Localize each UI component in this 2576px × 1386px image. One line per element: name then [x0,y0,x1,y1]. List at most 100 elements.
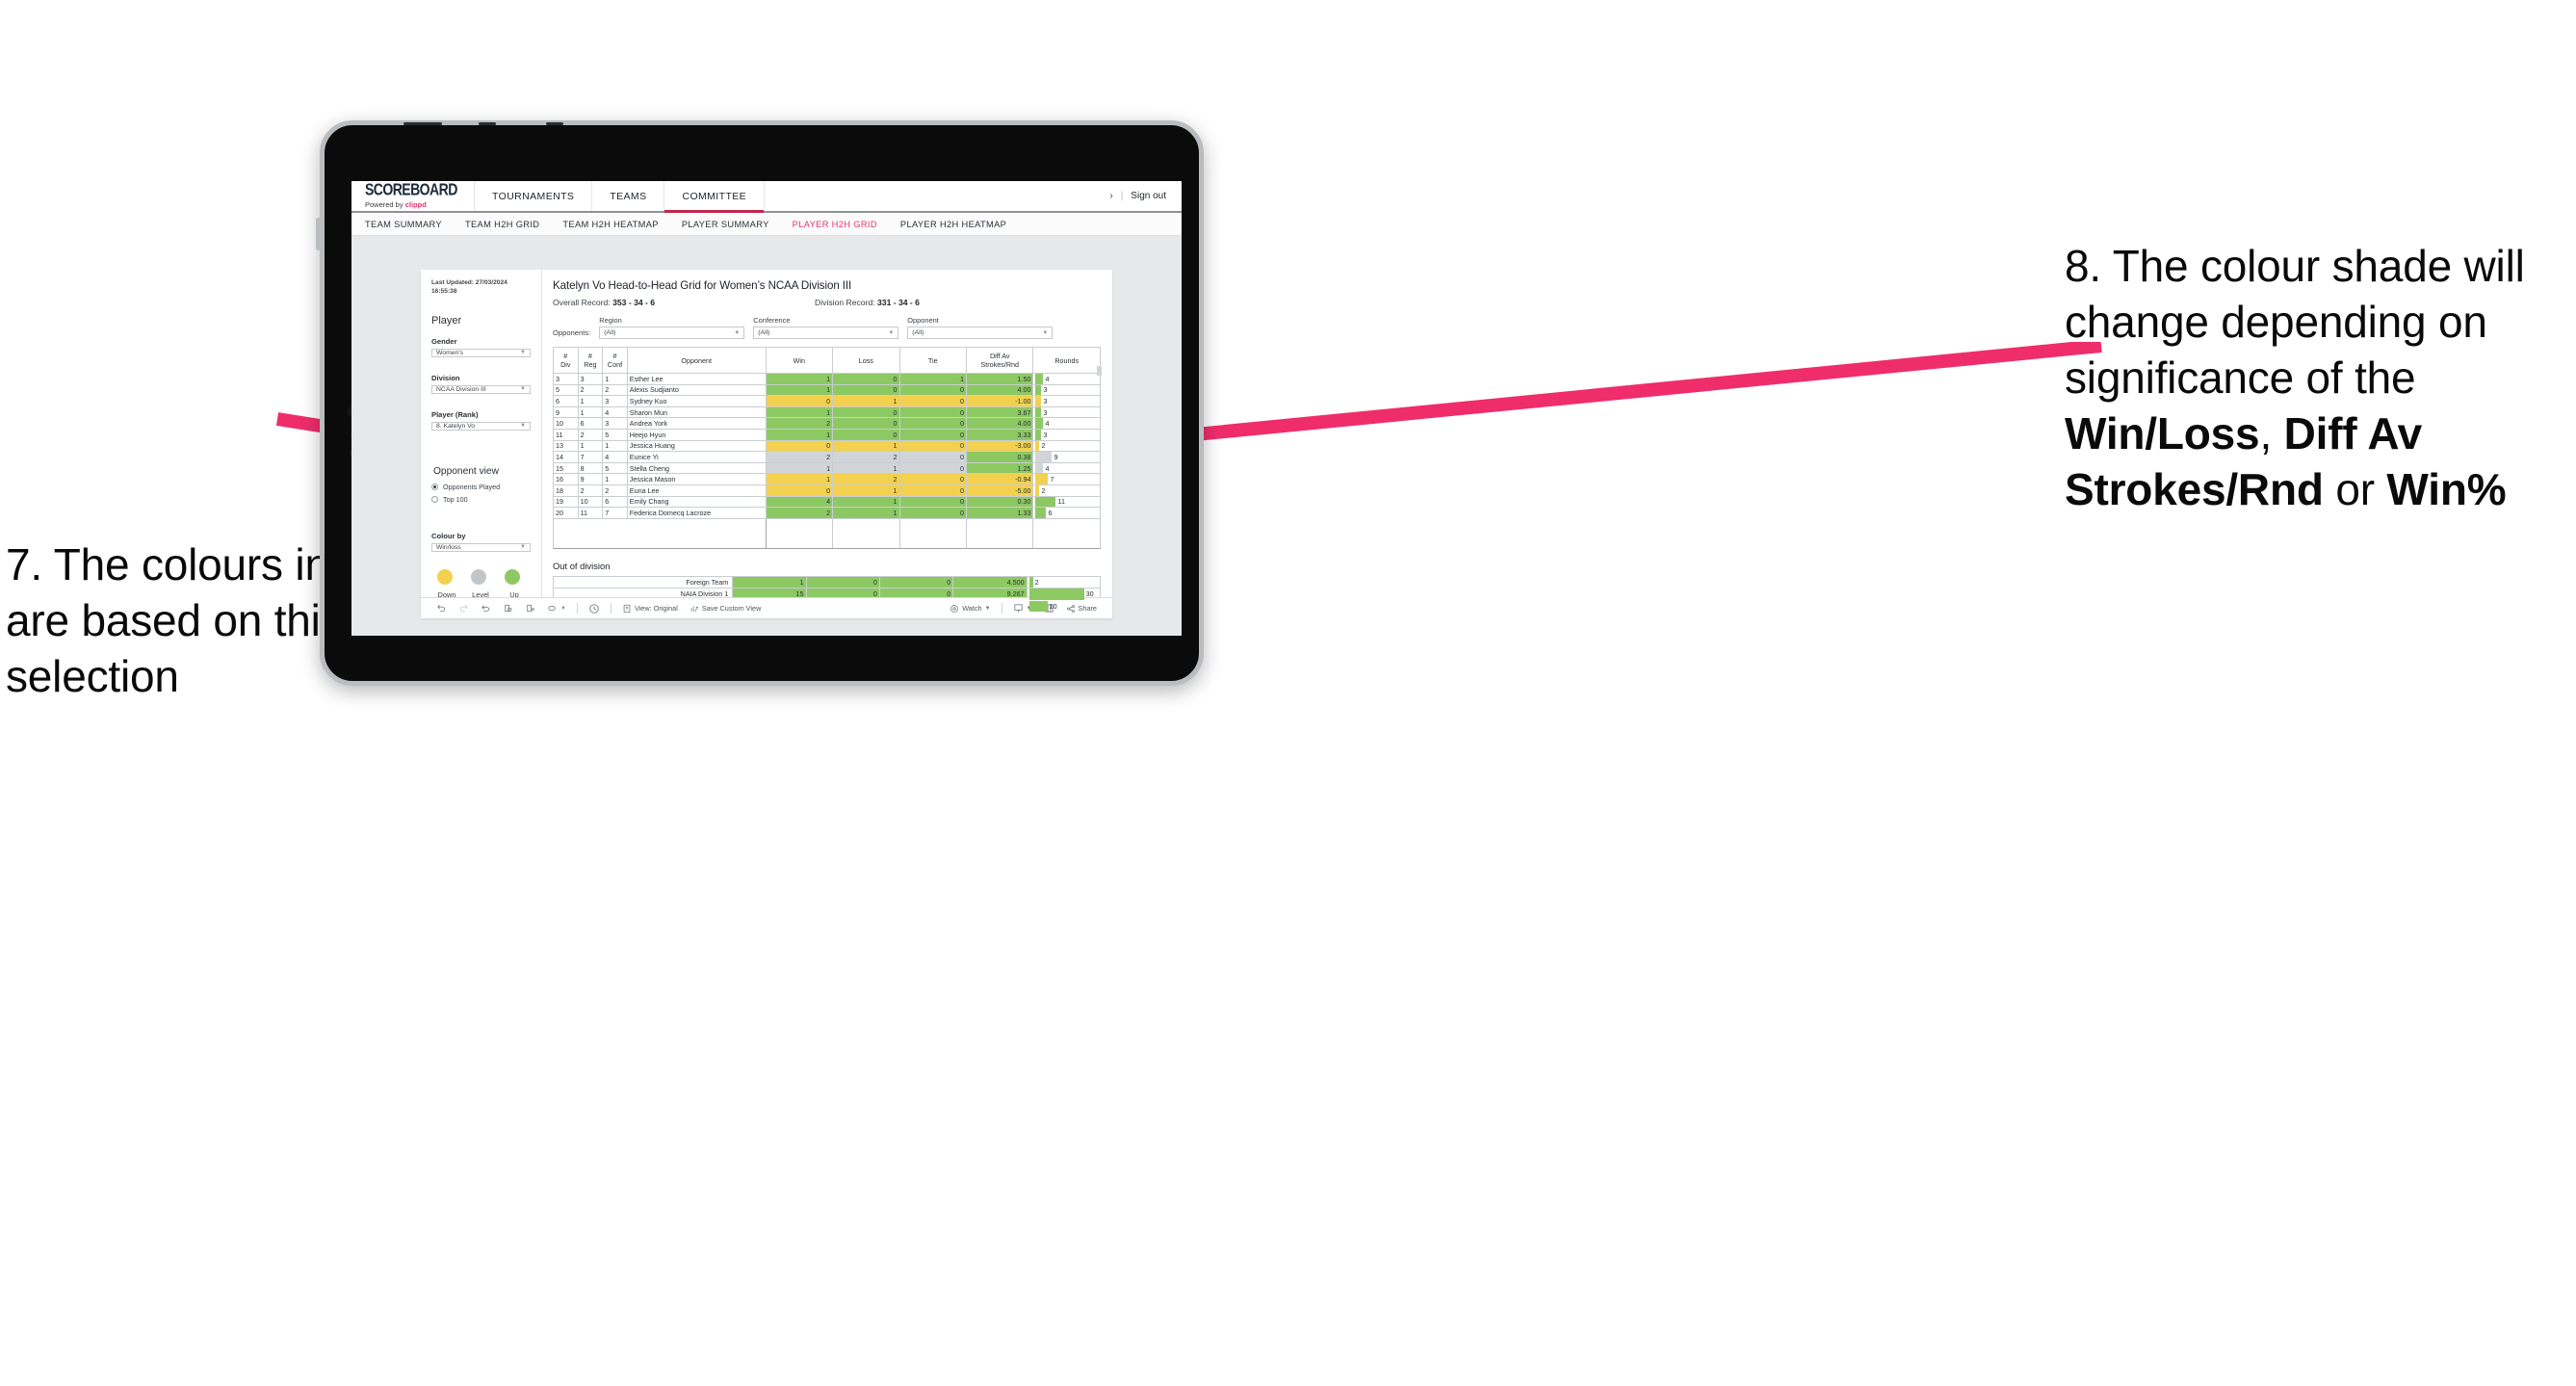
opponent-filter-select[interactable]: (All) ▼ [907,327,1054,339]
radio-top-100[interactable]: Top 100 [431,495,531,504]
cell-opponent: Jessica Mason [626,473,767,485]
cell-loss: 0 [832,405,900,419]
watch-button[interactable]: Watch ▼ [944,604,996,614]
app-logo[interactable]: SCOREBOARD Powered by clippd [351,181,475,211]
legend-dot-down [437,568,453,585]
sidebar-heading-player: Player [431,314,462,327]
cell-conf: 4 [602,405,628,419]
refresh-data-icon[interactable] [497,603,519,614]
cell-opponent: Sharon Mun [626,405,767,419]
app-header: SCOREBOARD Powered by clippd TOURNAMENTS… [351,181,1182,213]
cell-rounds: 4 [1032,417,1101,430]
cell-reg: 7 [577,451,604,463]
pause-auto-update-icon[interactable] [583,603,606,615]
save-custom-view-button[interactable]: Save Custom View [684,604,768,614]
table-row[interactable]: 19 10 6 Emily Chang 4 1 0 0.30 11 [553,495,1101,509]
col-div: # Div [553,347,579,374]
annotation-8-bold-winpct: Win% [2386,463,2507,514]
tablet-device-frame: SCOREBOARD Powered by clippd TOURNAMENTS… [316,120,1204,686]
table-row[interactable]: 10 6 3 Andrea York 2 0 0 4.00 4 [553,417,1101,430]
cell-reg: 1 [577,439,604,453]
cell-tie: 0 [898,439,968,453]
cell-win: 1 [765,405,834,419]
page-title: Katelyn Vo Head-to-Head Grid for Women’s… [553,279,852,292]
annotation-8-mid2: or [2323,463,2387,514]
subnav-player-h2h-grid[interactable]: PLAYER H2H GRID [793,220,877,229]
subnav-team-h2h-heatmap[interactable]: TEAM H2H HEATMAP [562,220,658,229]
visualization-panel: Last Updated: 27/03/2024 16:55:38 Player… [421,270,1112,618]
table-row[interactable]: 11 2 5 Heejo Hyun 1 0 0 3.33 3 [553,428,1101,441]
col-loss: Loss [832,347,900,374]
table-row[interactable]: 6 1 3 Sydney Kuo 0 1 0 -1.00 3 [553,395,1101,407]
division-record-value: 331 - 34 - 6 [877,298,920,307]
cell-rounds: 6 [1032,507,1101,519]
pause-refresh-icon[interactable] [519,603,541,614]
cell-rounds: 2 [1032,484,1101,497]
list-item[interactable]: Foreign Team 1 0 0 4.500 2 [552,575,1102,589]
table-row[interactable]: 13 1 1 Jessica Huang 0 1 0 -3.00 2 [553,439,1101,453]
player-rank-select[interactable]: 8. Katelyn Vo ▼ [431,421,531,431]
subnav-player-h2h-heatmap[interactable]: PLAYER H2H HEATMAP [900,220,1006,229]
col-conf: # Conf [602,347,628,374]
grid-scrollbar[interactable] [1097,366,1102,376]
chevron-down-icon[interactable]: ▼ [985,606,991,612]
workspace: Last Updated: 27/03/2024 16:55:38 Player… [351,236,1182,636]
undo-icon[interactable] [430,603,453,614]
table-row[interactable]: 5 2 2 Alexis Sudjianto 1 0 0 4.00 3 [553,383,1101,397]
nav-teams[interactable]: TEAMS [592,181,665,211]
col-reg: # Reg [577,347,604,374]
cell-reg: 6 [577,417,604,430]
cell-win: 0 [765,395,834,407]
cell-opponent: Alexis Sudjianto [626,383,767,397]
opponent-view-heading: Opponent view [433,465,499,477]
cell-diff: 4.00 [966,417,1034,430]
cell-div: 11 [553,428,579,441]
cell-loss: 0 [832,373,900,385]
subnav-team-h2h-grid[interactable]: TEAM H2H GRID [465,220,539,229]
cell-win: 1 [765,461,834,475]
revert-icon[interactable] [475,603,497,614]
highlight-icon[interactable]: ▼ [541,603,572,614]
conference-filter-select[interactable]: (All) ▼ [753,327,899,339]
cell-win: 4 [765,495,834,509]
cell-tie: 0 [898,451,968,463]
division-select[interactable]: NCAA Division III ▼ [431,384,531,394]
division-select-value: NCAA Division III [436,385,486,393]
gender-select[interactable]: Women’s ▼ [431,348,531,357]
redo-icon[interactable] [453,603,475,614]
col-opponent: Opponent [626,347,767,374]
chevron-right-icon[interactable]: › [1109,191,1112,201]
cell-loss: 2 [832,451,900,463]
conference-filter-value: (All) [758,329,770,336]
table-row[interactable]: 15 8 5 Stella Cheng 1 1 0 1.25 4 [553,461,1101,475]
cell-diff: 0.30 [966,495,1034,509]
sign-out-button[interactable]: Sign out [1131,191,1166,201]
viz-toolbar: ▼ View: Original Save Custom View Watch … [421,597,1112,618]
table-row[interactable]: 16 9 1 Jessica Mason 1 2 0 -0.94 7 [553,473,1101,485]
colour-by-select[interactable]: Win/loss ▼ [431,542,531,552]
h2h-grid-wrapper: # Div # Reg # Conf Opponent Win Loss Tie Di… [553,339,1102,549]
chevron-down-icon[interactable]: ▼ [560,606,566,612]
view-original-button[interactable]: View: Original [616,604,684,614]
table-row[interactable]: 3 3 1 Esther Lee 1 0 1 1.50 4 [553,373,1101,385]
h2h-grid-table: # Div # Reg # Conf Opponent Win Loss Tie Di… [553,347,1101,549]
radio-opponents-played[interactable]: Opponents Played [431,483,531,491]
subnav-player-summary[interactable]: PLAYER SUMMARY [682,220,769,229]
header-divider: | [1120,191,1124,201]
cell-conf: 3 [602,395,628,407]
table-row[interactable]: 20 11 7 Federica Domecq Lacroze 2 1 0 1.33 6 [553,507,1101,519]
nav-tournaments[interactable]: TOURNAMENTS [475,181,593,211]
cell-diff: -0.94 [966,473,1034,485]
cell-tie: 0 [898,428,968,441]
cell-diff: 0.38 [966,451,1034,463]
table-row[interactable]: 9 1 4 Sharon Mun 1 0 0 3.67 3 [553,405,1101,419]
cell-div: 13 [553,439,579,453]
table-row[interactable]: 14 7 4 Eunice Yi 2 2 0 0.38 9 [553,451,1101,463]
table-row[interactable]: 18 2 2 Euna Lee 0 1 0 -5.00 2 [553,484,1101,497]
screenshot-root: 7. The colours in the grid are based on … [0,0,2576,1386]
conference-filter: Conference (All) ▼ [753,316,899,339]
colour-by-label: Colour by [431,531,466,540]
region-filter-select[interactable]: (All) ▼ [599,327,745,339]
subnav-team-summary[interactable]: TEAM SUMMARY [365,220,442,229]
nav-committee[interactable]: COMMITTEE [664,181,766,213]
